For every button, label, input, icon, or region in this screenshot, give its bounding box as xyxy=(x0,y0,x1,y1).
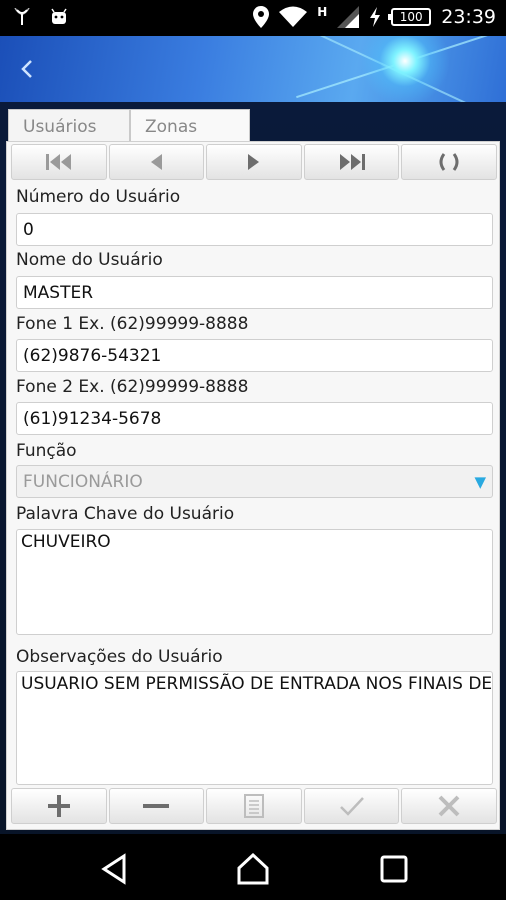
phone1-label: Fone 1 Ex. (62)99999-8888 xyxy=(16,314,249,334)
remove-icon xyxy=(143,804,170,808)
add-icon xyxy=(47,795,70,817)
wifi-icon xyxy=(279,6,308,27)
chevron-left-icon xyxy=(21,60,32,78)
refresh-button[interactable] xyxy=(401,144,497,180)
last-record-button[interactable] xyxy=(303,144,400,180)
user-form-card: Número do Usuário 0 Nome do Usuário MAST… xyxy=(6,141,500,830)
edit-button[interactable] xyxy=(206,788,302,824)
remove-button[interactable] xyxy=(108,788,205,824)
header-banner xyxy=(0,36,506,102)
status-bar: H 100 23:39 xyxy=(0,0,506,36)
function-select[interactable]: FUNCIONÁRIO ▼ xyxy=(16,465,493,498)
first-record-button[interactable] xyxy=(11,144,107,180)
cancel-icon xyxy=(438,795,460,817)
system-navigation-bar xyxy=(0,834,506,900)
action-bar xyxy=(11,788,497,824)
record-navigation xyxy=(11,144,497,180)
function-selected-value: FUNCIONÁRIO xyxy=(23,472,143,492)
function-label: Função xyxy=(16,441,77,461)
battery-icon: 100 xyxy=(388,8,432,26)
user-number-field[interactable]: 0 xyxy=(16,213,493,246)
next-record-button[interactable] xyxy=(206,144,302,180)
previous-icon xyxy=(151,154,163,170)
keyword-label: Palavra Chave do Usuário xyxy=(16,504,235,524)
android-icon xyxy=(51,8,67,24)
notes-textarea[interactable]: USUARIO SEM PERMISSÃO DE ENTRADA NOS FIN… xyxy=(16,671,493,785)
user-name-label: Nome do Usuário xyxy=(16,250,163,270)
network-type: H xyxy=(317,5,328,19)
user-name-field[interactable]: MASTER xyxy=(16,276,493,309)
charging-icon xyxy=(370,7,381,27)
phone2-field[interactable]: (61)91234-5678 xyxy=(16,402,493,435)
tab-usuarios[interactable]: Usuários xyxy=(8,109,130,141)
notes-label: Observações do Usuário xyxy=(16,647,223,667)
phone2-label: Fone 2 Ex. (62)99999-8888 xyxy=(16,377,249,397)
last-icon xyxy=(339,154,365,170)
home-nav-icon[interactable] xyxy=(236,852,270,886)
back-nav-icon[interactable] xyxy=(98,852,132,886)
tab-zonas[interactable]: Zonas xyxy=(130,109,250,141)
user-number-label: Número do Usuário xyxy=(16,187,181,207)
edit-icon xyxy=(243,794,264,818)
first-icon xyxy=(45,154,71,170)
location-icon xyxy=(253,6,270,28)
tab-bar: Usuários Zonas xyxy=(8,109,250,141)
refresh-icon xyxy=(439,153,459,171)
cancel-button[interactable] xyxy=(401,788,497,824)
previous-record-button[interactable] xyxy=(108,144,205,180)
add-button[interactable] xyxy=(11,788,107,824)
dropdown-arrow-icon: ▼ xyxy=(474,473,486,491)
signal-icon xyxy=(337,6,360,28)
confirm-icon xyxy=(339,797,364,816)
next-icon xyxy=(247,154,259,170)
phone1-field[interactable]: (62)9876-54321 xyxy=(16,339,493,372)
battery-level: 100 xyxy=(399,10,423,24)
recents-nav-icon[interactable] xyxy=(377,852,411,886)
banner-glow xyxy=(360,36,450,102)
clock: 23:39 xyxy=(441,6,496,28)
keyword-textarea[interactable]: CHUVEIRO xyxy=(16,529,493,635)
confirm-button[interactable] xyxy=(303,788,400,824)
back-button[interactable] xyxy=(20,52,48,86)
antenna-icon xyxy=(14,8,30,25)
